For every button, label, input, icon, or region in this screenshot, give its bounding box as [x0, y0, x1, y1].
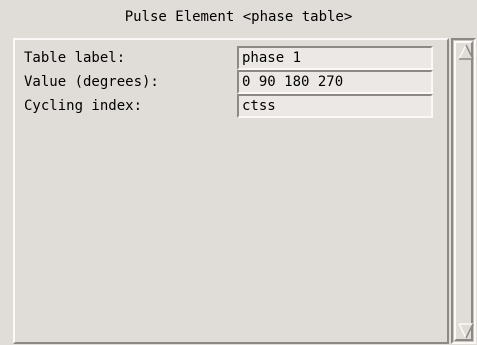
window-title: Pulse Element <phase table>: [124, 9, 353, 25]
table-label-label: Table label:: [24, 50, 126, 66]
arrow-up-icon[interactable]: [458, 44, 474, 60]
table-label-field[interactable]: phase 1: [237, 46, 433, 70]
vertical-scrollbar[interactable]: [451, 38, 476, 344]
value-degrees-label: Value (degrees):: [24, 74, 159, 90]
scrollbar-thumb[interactable]: [454, 41, 473, 341]
cycling-index-label: Cycling index:: [24, 98, 143, 114]
cycling-index-field[interactable]: ctss: [237, 94, 433, 118]
arrow-down-icon[interactable]: [458, 323, 474, 339]
form-panel: Table label: phase 1 Value (degrees): 0 …: [13, 38, 449, 344]
value-degrees-field[interactable]: 0 90 180 270: [237, 70, 433, 94]
